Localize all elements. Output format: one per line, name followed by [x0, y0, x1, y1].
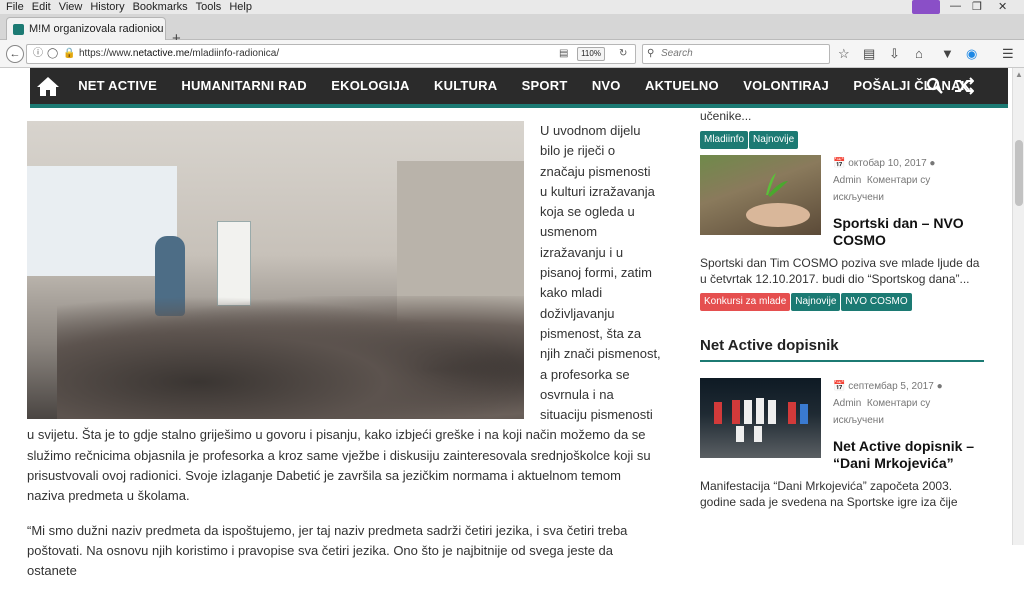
- browser-navbar: ← ⓘ ◯ 🔒 https://www.netactive.me/mladiin…: [0, 40, 1024, 68]
- site-favicon-icon: [13, 24, 24, 35]
- menu-history[interactable]: History: [86, 0, 128, 14]
- tag-list: Mladiinfo Najnovije: [700, 129, 984, 149]
- calendar-icon: 📅: [833, 158, 846, 169]
- url-path: /mladiinfo-radionica/: [189, 48, 280, 59]
- browser-menubar: File Edit View History Bookmarks Tools Help: [0, 0, 1024, 14]
- calendar-icon: 📅: [833, 381, 846, 392]
- menu-view[interactable]: View: [55, 0, 87, 14]
- post-date: септембар 5, 2017: [848, 381, 934, 392]
- tab-strip: M!M organizovala radionicu "Pis × +: [0, 14, 1024, 47]
- lock-icon: 🔒: [63, 48, 76, 59]
- post-thumbnail[interactable]: [700, 378, 821, 458]
- shield-icon[interactable]: ◯: [47, 45, 58, 63]
- private-mask-icon: [912, 0, 940, 14]
- close-tab-icon[interactable]: ×: [154, 18, 161, 40]
- search-icon: ⚲: [647, 48, 655, 59]
- page-scrollbar[interactable]: ▲: [1012, 68, 1024, 545]
- tag-najnovije[interactable]: Najnovije: [749, 131, 799, 149]
- menu-file[interactable]: File: [0, 0, 28, 14]
- home-icon[interactable]: [30, 68, 66, 104]
- info-icon[interactable]: ⓘ: [33, 45, 43, 63]
- restore-button[interactable]: ❐: [972, 0, 982, 14]
- url-bar[interactable]: ⓘ ◯ 🔒 https://www.netactive.me/mladiinfo…: [26, 44, 636, 64]
- menu-bookmarks[interactable]: Bookmarks: [129, 0, 192, 14]
- author-icon: ●: [936, 381, 943, 392]
- site-navigation: NET ACTIVE HUMANITARNI RAD EKOLOGIJA KUL…: [30, 68, 1008, 108]
- post-excerpt: Sportski dan Tim COSMO poziva sve mlade …: [700, 256, 980, 286]
- article-paragraph: “Mi smo dužni naziv predmeta da ispoštuj…: [27, 522, 628, 579]
- tag-konkursi[interactable]: Konkursi za mlade: [700, 293, 791, 311]
- minimize-button[interactable]: —: [950, 0, 961, 14]
- scroll-thumb[interactable]: [1015, 140, 1023, 206]
- tag-nvo-cosmo[interactable]: NVO COSMO: [841, 293, 912, 311]
- tag-list: Konkursi za mlade Najnovije NVO COSMO: [700, 291, 984, 311]
- post-date: октобар 10, 2017: [848, 158, 927, 169]
- post-title[interactable]: Net Active dopisnik – “Dani Mrkojevića”: [833, 438, 983, 472]
- nav-item-humanitarni-rad[interactable]: HUMANITARNI RAD: [169, 68, 319, 104]
- browser-tab[interactable]: M!M organizovala radionicu "Pis ×: [6, 17, 166, 40]
- post-author[interactable]: Admin: [833, 175, 861, 186]
- search-placeholder: Search: [661, 48, 693, 59]
- post-excerpt: učenike...: [700, 109, 752, 123]
- clipboard-icon[interactable]: ▤: [863, 46, 875, 62]
- zoom-level[interactable]: 110%: [577, 47, 605, 61]
- sidebar-post: 📅 октобар 10, 2017 ● Admin Коментари су …: [700, 155, 984, 248]
- url-host: netactive.me: [132, 48, 190, 59]
- article-body: U uvodnom dijelu bilo je riječi o značaj…: [27, 121, 661, 596]
- post-thumbnail[interactable]: [700, 155, 821, 235]
- menu-edit[interactable]: Edit: [28, 0, 55, 14]
- download-icon[interactable]: ⇩: [889, 46, 900, 62]
- site-search-icon[interactable]: [926, 77, 944, 100]
- pocket-icon[interactable]: ▼: [941, 46, 954, 61]
- menu-help[interactable]: Help: [225, 0, 256, 14]
- window-close-button[interactable]: ✕: [998, 0, 1007, 14]
- extension-icon[interactable]: ◉: [966, 46, 977, 62]
- nav-item-ekologija[interactable]: EKOLOGIJA: [319, 68, 422, 104]
- post-title[interactable]: Sportski dan – NVO COSMO: [833, 215, 984, 249]
- url-prefix: https://www.: [79, 48, 133, 59]
- post-author[interactable]: Admin: [833, 398, 861, 409]
- nav-item-net-active[interactable]: NET ACTIVE: [66, 68, 169, 104]
- scroll-up-icon[interactable]: ▲: [1013, 70, 1024, 79]
- back-arrow-icon[interactable]: ←: [6, 45, 24, 63]
- reader-view-icon[interactable]: ▤: [559, 45, 568, 63]
- tag-mladiinfo[interactable]: Mladiinfo: [700, 131, 749, 149]
- home-icon[interactable]: ⌂: [915, 46, 923, 61]
- menu-tools[interactable]: Tools: [192, 0, 226, 14]
- star-icon[interactable]: ☆: [838, 46, 850, 62]
- author-icon: ●: [929, 158, 936, 169]
- post-excerpt: Manifestacija “Dani Mrkojevića” započeta…: [700, 479, 958, 509]
- nav-item-sport[interactable]: SPORT: [509, 68, 579, 104]
- nav-item-volontiraj[interactable]: VOLONTIRAJ: [731, 68, 841, 104]
- sidebar-post: 📅 септембар 5, 2017 ● Admin Коментари су…: [700, 378, 984, 471]
- tag-najnovije[interactable]: Najnovije: [791, 293, 841, 311]
- nav-item-aktuelno[interactable]: AKTUELNO: [633, 68, 731, 104]
- sidebar: učenike... Mladiinfo Najnovije 📅 октобар …: [700, 108, 984, 510]
- nav-item-nvo[interactable]: NVO: [580, 68, 633, 104]
- hamburger-menu-icon[interactable]: ☰: [1002, 46, 1014, 62]
- search-input[interactable]: ⚲ Search: [642, 44, 830, 64]
- nav-item-kultura[interactable]: KULTURA: [422, 68, 510, 104]
- shuffle-icon[interactable]: [954, 77, 975, 100]
- reload-icon[interactable]: ↻: [619, 45, 627, 63]
- tab-title: M!M organizovala radionicu "Pis: [29, 23, 165, 35]
- section-title: Net Active dopisnik: [700, 337, 984, 362]
